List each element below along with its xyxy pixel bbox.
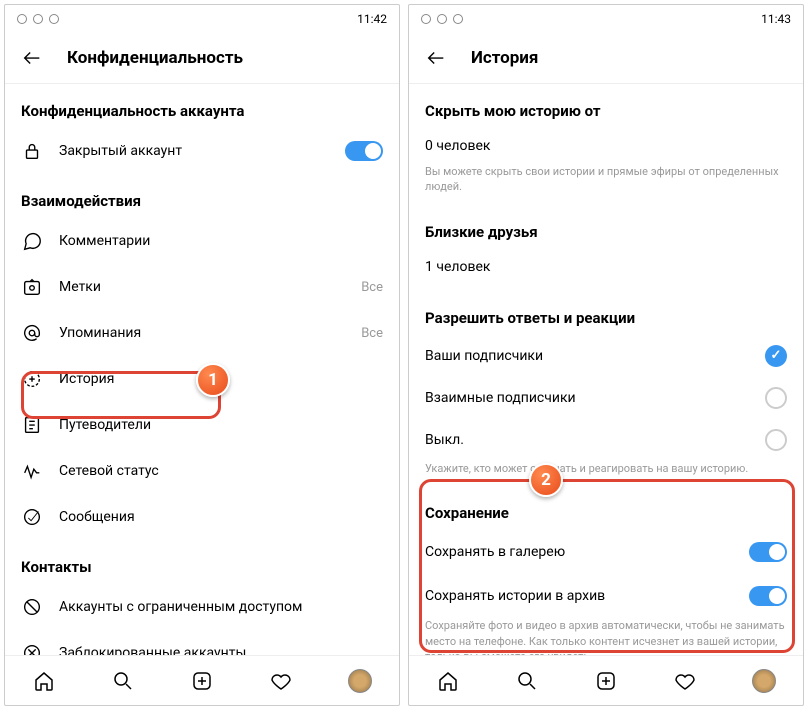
section-contacts: Контакты xyxy=(5,540,399,584)
nav-create[interactable] xyxy=(594,669,618,693)
story-icon xyxy=(21,368,43,390)
toggle-private-account[interactable] xyxy=(345,141,383,161)
row-label: Сохранять в галерею xyxy=(425,544,733,560)
row-restricted[interactable]: Аккаунты с ограниченным доступом xyxy=(5,584,399,630)
save-subtext: Сохраняйте фото и видео в архив автомати… xyxy=(409,618,803,655)
status-indicators xyxy=(421,14,463,24)
nav-activity[interactable] xyxy=(673,669,697,693)
phone-left: 11:42 Конфиденциальность Конфиденциально… xyxy=(4,4,400,706)
bottom-nav xyxy=(5,655,399,705)
row-mentions[interactable]: Упоминания Все xyxy=(5,310,399,356)
nav-home[interactable] xyxy=(32,669,56,693)
row-comments[interactable]: Комментарии xyxy=(5,218,399,264)
nav-activity[interactable] xyxy=(269,669,293,693)
radio-label: Взаимные подписчики xyxy=(425,390,576,406)
row-label: Заблокированные аккаунты xyxy=(59,645,383,655)
nav-profile[interactable] xyxy=(348,669,372,693)
radio-followers[interactable]: Ваши подписчики xyxy=(409,335,803,377)
replies-subtext: Укажите, кто может отвечать и реагироват… xyxy=(409,461,803,486)
nav-home[interactable] xyxy=(436,669,460,693)
row-tags[interactable]: Метки Все xyxy=(5,264,399,310)
page-title: Конфиденциальность xyxy=(67,48,243,68)
nav-create[interactable] xyxy=(190,669,214,693)
content-area[interactable]: Скрыть мою историю от 0 человек Вы может… xyxy=(409,84,803,655)
radio-label: Ваши подписчики xyxy=(425,348,543,364)
row-messages[interactable]: Сообщения xyxy=(5,494,399,540)
section-interactions: Взаимодействия xyxy=(5,174,399,218)
row-blocked[interactable]: Заблокированные аккаунты xyxy=(5,630,399,655)
toggle-save-gallery[interactable] xyxy=(749,542,787,562)
back-button[interactable] xyxy=(425,47,447,69)
row-label: Комментарии xyxy=(59,233,383,249)
row-close-count[interactable]: 1 человек xyxy=(409,249,803,285)
radio-label: Выкл. xyxy=(425,432,464,448)
row-save-gallery[interactable]: Сохранять в галерею xyxy=(409,530,803,574)
row-activity-status[interactable]: Сетевой статус xyxy=(5,448,399,494)
section-saving: Сохранение xyxy=(409,486,803,530)
status-indicators xyxy=(17,14,59,24)
toggle-save-archive[interactable] xyxy=(749,586,787,606)
header: Конфиденциальность xyxy=(5,33,399,83)
section-account-privacy: Конфиденциальность аккаунта xyxy=(5,84,399,128)
row-label: Сообщения xyxy=(59,509,383,525)
row-label: История xyxy=(59,371,383,387)
avatar-icon xyxy=(348,669,372,693)
row-guides[interactable]: Путеводители xyxy=(5,402,399,448)
bottom-nav xyxy=(409,655,803,705)
content-area[interactable]: Конфиденциальность аккаунта Закрытый акк… xyxy=(5,84,399,655)
radio-off[interactable]: Выкл. xyxy=(409,419,803,461)
avatar-icon xyxy=(752,669,776,693)
row-label: Метки xyxy=(59,279,345,295)
status-bar: 11:42 xyxy=(5,5,399,33)
row-value: Все xyxy=(361,326,383,341)
lock-icon xyxy=(21,140,43,162)
row-hide-count[interactable]: 0 человек xyxy=(409,128,803,164)
row-label: Сохранять истории в архив xyxy=(425,588,733,604)
row-private-account[interactable]: Закрытый аккаунт xyxy=(5,128,399,174)
section-close-friends: Близкие друзья xyxy=(409,205,803,249)
radio-unchecked-icon xyxy=(765,429,787,451)
page-title: История xyxy=(471,48,538,68)
hide-subtext: Вы можете скрыть свои истории и прямые э… xyxy=(409,164,803,205)
row-save-archive[interactable]: Сохранять истории в архив xyxy=(409,574,803,618)
row-label: Упоминания xyxy=(59,325,345,341)
row-label: Закрытый аккаунт xyxy=(59,143,329,159)
row-story[interactable]: История xyxy=(5,356,399,402)
nav-profile[interactable] xyxy=(752,669,776,693)
status-time: 11:43 xyxy=(761,12,791,26)
blocked-icon xyxy=(21,642,43,655)
row-value: Все xyxy=(361,280,383,295)
section-replies: Разрешить ответы и реакции xyxy=(409,285,803,335)
activity-icon xyxy=(21,460,43,482)
nav-search[interactable] xyxy=(515,669,539,693)
tag-icon xyxy=(21,276,43,298)
radio-checked-icon xyxy=(765,345,787,367)
phone-right: 11:43 История Скрыть мою историю от 0 че… xyxy=(408,4,804,706)
comment-icon xyxy=(21,230,43,252)
mention-icon xyxy=(21,322,43,344)
radio-mutual[interactable]: Взаимные подписчики xyxy=(409,377,803,419)
row-label: Сетевой статус xyxy=(59,463,383,479)
header: История xyxy=(409,33,803,83)
status-bar: 11:43 xyxy=(409,5,803,33)
back-button[interactable] xyxy=(21,47,43,69)
section-hide-story: Скрыть мою историю от xyxy=(409,84,803,128)
row-label: Аккаунты с ограниченным доступом xyxy=(59,599,383,615)
messages-icon xyxy=(21,506,43,528)
status-time: 11:42 xyxy=(357,12,387,26)
row-label: Путеводители xyxy=(59,417,383,433)
radio-unchecked-icon xyxy=(765,387,787,409)
restricted-icon xyxy=(21,596,43,618)
guides-icon xyxy=(21,414,43,436)
nav-search[interactable] xyxy=(111,669,135,693)
